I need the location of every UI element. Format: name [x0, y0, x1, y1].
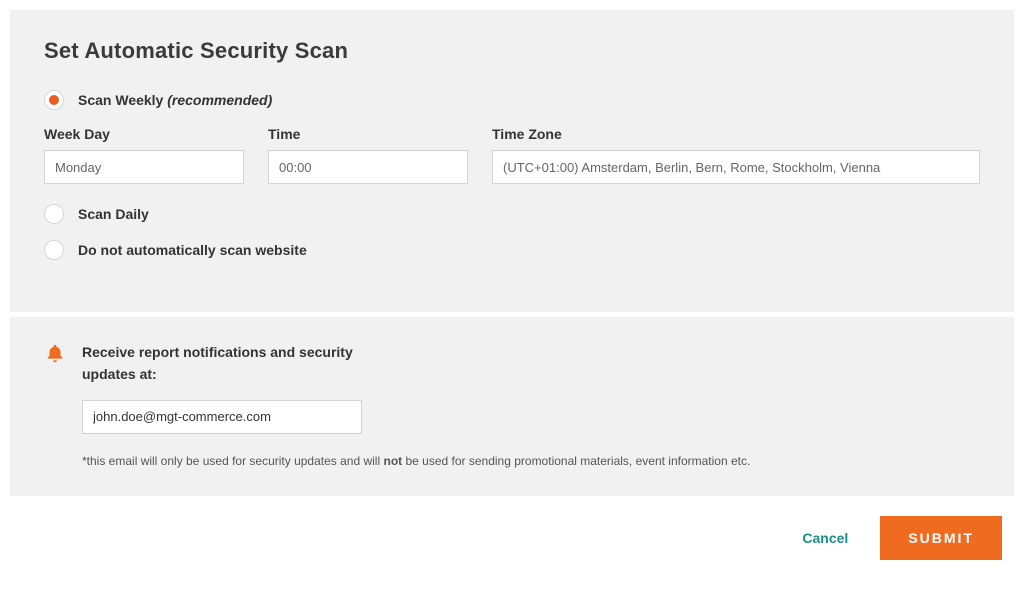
- weekday-label: Week Day: [44, 126, 244, 142]
- radio-label: Scan Daily: [78, 206, 149, 222]
- radio-icon: [44, 90, 64, 110]
- disclaimer-bold: not: [383, 454, 402, 468]
- radio-group-bottom: Scan Daily Do not automatically scan web…: [44, 200, 980, 264]
- panel-heading: Set Automatic Security Scan: [44, 38, 980, 64]
- scan-settings-panel: Set Automatic Security Scan Scan Weekly …: [10, 10, 1014, 312]
- timezone-input[interactable]: [492, 150, 980, 184]
- radio-icon: [44, 240, 64, 260]
- radio-label: Do not automatically scan website: [78, 242, 307, 258]
- submit-button[interactable]: SUBMIT: [880, 516, 1002, 560]
- email-disclaimer: *this email will only be used for securi…: [82, 454, 980, 468]
- time-column: Time: [268, 126, 468, 184]
- radio-label-hint: (recommended): [167, 92, 272, 108]
- radio-icon: [44, 204, 64, 224]
- weekday-input[interactable]: [44, 150, 244, 184]
- time-label: Time: [268, 126, 468, 142]
- cancel-button[interactable]: Cancel: [802, 530, 848, 546]
- radio-label-text: Scan Weekly: [78, 92, 167, 108]
- disclaimer-pre: *this email will only be used for securi…: [82, 454, 383, 468]
- weekday-column: Week Day: [44, 126, 244, 184]
- schedule-form-row: Week Day Time Time Zone: [44, 126, 980, 184]
- bell-icon: [44, 341, 68, 370]
- radio-label: Scan Weekly (recommended): [78, 92, 272, 108]
- notify-title: Receive report notifications and securit…: [82, 341, 382, 386]
- notification-email-input[interactable]: [82, 400, 362, 434]
- disclaimer-post: be used for sending promotional material…: [402, 454, 750, 468]
- radio-option-weekly[interactable]: Scan Weekly (recommended): [44, 86, 980, 114]
- timezone-column: Time Zone: [492, 126, 980, 184]
- actions-bar: Cancel SUBMIT: [0, 496, 1024, 574]
- time-input[interactable]: [268, 150, 468, 184]
- notify-header: Receive report notifications and securit…: [44, 341, 980, 386]
- notification-panel: Receive report notifications and securit…: [10, 317, 1014, 496]
- timezone-label: Time Zone: [492, 126, 980, 142]
- radio-option-none[interactable]: Do not automatically scan website: [44, 236, 980, 264]
- radio-option-daily[interactable]: Scan Daily: [44, 200, 980, 228]
